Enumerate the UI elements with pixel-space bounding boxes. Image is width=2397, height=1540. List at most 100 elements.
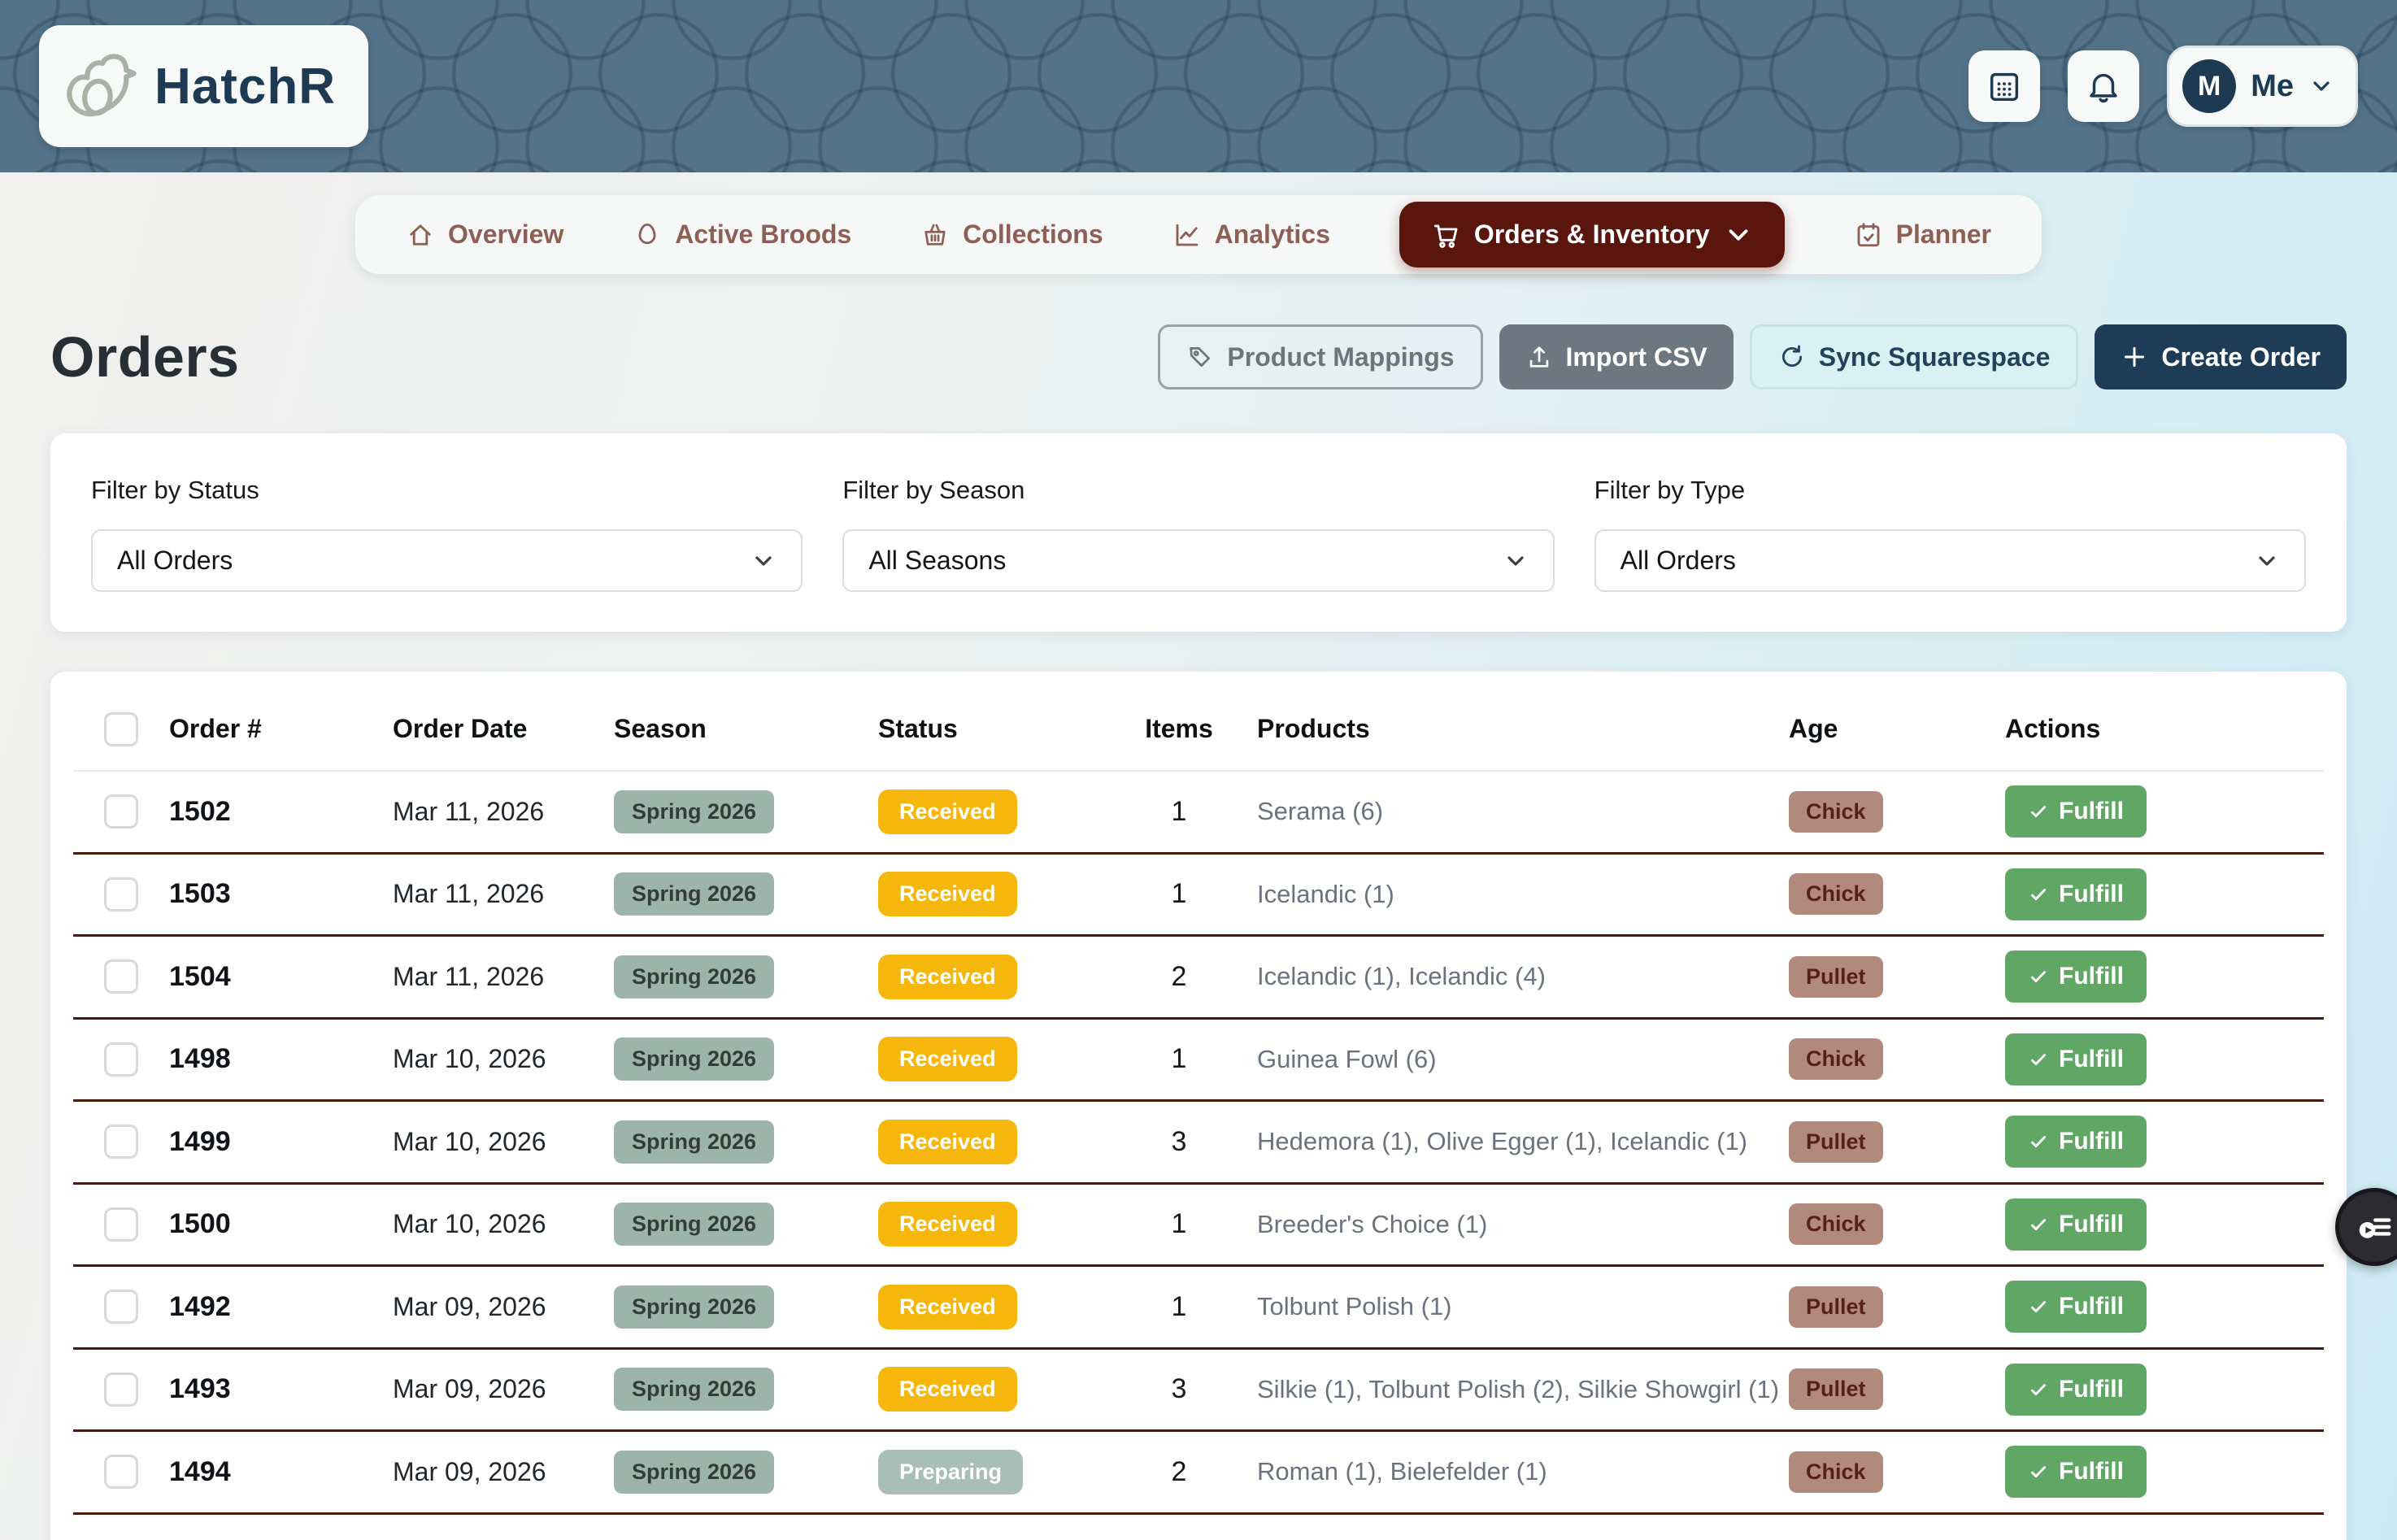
tab-active-broods[interactable]: Active Broods — [633, 220, 851, 250]
calendar-button[interactable] — [1968, 50, 2040, 122]
table-row: 1499Mar 10, 2026Spring 2026Received3Hede… — [73, 1102, 2324, 1185]
fulfill-button[interactable]: Fulfill — [2005, 1033, 2147, 1085]
row-checkbox[interactable] — [104, 1042, 138, 1077]
create-order-button[interactable]: Create Order — [2095, 324, 2347, 389]
button-label: Sync Squarespace — [1819, 342, 2051, 372]
fulfill-button[interactable]: Fulfill — [2005, 1281, 2147, 1333]
filter-by-season-select[interactable]: All Seasons — [842, 529, 1554, 592]
select-all-checkbox[interactable] — [104, 712, 138, 746]
age-badge: Pullet — [1789, 1368, 1883, 1410]
brand-logo[interactable]: HatchR — [39, 25, 368, 147]
items-count: 1 — [1122, 1208, 1236, 1240]
age-badge: Chick — [1789, 791, 1883, 833]
check-icon — [2028, 966, 2049, 987]
season-badge: Spring 2026 — [614, 1203, 774, 1246]
orders-table: Order #Order DateSeasonStatusItemsProduc… — [50, 672, 2347, 1540]
items-count: 1 — [1122, 878, 1236, 910]
check-icon — [2028, 1214, 2049, 1235]
row-checkbox[interactable] — [104, 877, 138, 911]
calendar-icon — [1986, 67, 2023, 105]
toolbar: Product Mappings Import CSV Sync Squarespa… — [1158, 324, 2347, 389]
fulfill-button[interactable]: Fulfill — [2005, 1446, 2147, 1498]
season-badge: Spring 2026 — [614, 955, 774, 998]
tab-label: Active Broods — [675, 220, 851, 250]
import-csv-button[interactable]: Import CSV — [1499, 324, 1734, 389]
row-checkbox[interactable] — [104, 794, 138, 829]
brand-name: HatchR — [154, 58, 336, 115]
page-body: Overview Active Broods Collections Analytic… — [0, 172, 2397, 1540]
column-header-products: Products — [1236, 714, 1789, 744]
fulfill-button[interactable]: Fulfill — [2005, 1116, 2147, 1168]
product-mappings-button[interactable]: Product Mappings — [1158, 324, 1482, 389]
fulfill-label: Fulfill — [2059, 1128, 2124, 1155]
calendar-check-icon — [1854, 220, 1883, 250]
table-row: 1502Mar 11, 2026Spring 2026Received1Sera… — [73, 772, 2324, 855]
season-badge: Spring 2026 — [614, 1286, 774, 1329]
tab-orders-inventory[interactable]: Orders & Inventory — [1399, 202, 1785, 268]
status-badge: Received — [878, 872, 1017, 916]
tab-label: Collections — [963, 220, 1103, 250]
season-badge: Spring 2026 — [614, 872, 774, 916]
fulfill-label: Fulfill — [2059, 1376, 2124, 1403]
age-badge: Chick — [1789, 873, 1883, 915]
row-checkbox[interactable] — [104, 1455, 138, 1489]
row-checkbox[interactable] — [104, 1373, 138, 1407]
check-icon — [2028, 1296, 2049, 1317]
chevron-down-icon — [1503, 548, 1529, 574]
age-badge: Chick — [1789, 1451, 1883, 1493]
status-badge: Received — [878, 1367, 1017, 1412]
table-body: 1502Mar 11, 2026Spring 2026Received1Sera… — [73, 772, 2324, 1515]
filter-group-filter-by-status: Filter by StatusAll Orders — [91, 476, 803, 632]
table-row: 1494Mar 09, 2026Spring 2026Preparing2Rom… — [73, 1432, 2324, 1515]
nav-wrap: Overview Active Broods Collections Analytic… — [0, 172, 2397, 274]
fulfill-button[interactable]: Fulfill — [2005, 951, 2147, 1003]
status-badge: Received — [878, 955, 1017, 999]
row-checkbox[interactable] — [104, 959, 138, 994]
profile-menu[interactable]: M Me — [2167, 46, 2358, 127]
plus-icon — [2121, 343, 2148, 371]
app-header: HatchR — [0, 0, 2397, 172]
table-header-row: Order #Order DateSeasonStatusItemsProduc… — [73, 688, 2324, 772]
table-row: 1498Mar 10, 2026Spring 2026Received1Guin… — [73, 1020, 2324, 1103]
status-badge: Received — [878, 1037, 1017, 1081]
upload-icon — [1525, 343, 1553, 371]
row-checkbox[interactable] — [104, 1125, 138, 1159]
check-icon — [2028, 1379, 2049, 1400]
products-list: Roman (1), Bielefelder (1) — [1236, 1457, 1789, 1486]
chevron-down-icon — [2254, 548, 2280, 574]
products-list: Tolbunt Polish (1) — [1236, 1292, 1789, 1321]
fulfill-button[interactable]: Fulfill — [2005, 868, 2147, 920]
tab-label: Planner — [1896, 220, 1991, 250]
chart-icon — [1172, 220, 1202, 250]
tab-analytics[interactable]: Analytics — [1172, 220, 1330, 250]
main-nav: Overview Active Broods Collections Analytic… — [355, 195, 2042, 274]
fulfill-label: Fulfill — [2059, 1046, 2124, 1073]
status-badge: Preparing — [878, 1450, 1023, 1494]
chevron-down-icon — [2308, 73, 2334, 99]
tab-planner[interactable]: Planner — [1854, 220, 1991, 250]
products-list: Hedemora (1), Olive Egger (1), Icelandic… — [1236, 1127, 1789, 1156]
fulfill-button[interactable]: Fulfill — [2005, 1199, 2147, 1251]
select-value: All Seasons — [868, 546, 1006, 576]
row-checkbox[interactable] — [104, 1290, 138, 1324]
check-icon — [2028, 1049, 2049, 1070]
products-list: Serama (6) — [1236, 797, 1789, 826]
cart-icon — [1430, 220, 1461, 250]
fulfill-button[interactable]: Fulfill — [2005, 1364, 2147, 1416]
order-date: Mar 11, 2026 — [393, 962, 614, 992]
tab-collections[interactable]: Collections — [920, 220, 1103, 250]
tab-overview[interactable]: Overview — [406, 220, 563, 250]
notifications-button[interactable] — [2068, 50, 2139, 122]
age-badge: Pullet — [1789, 956, 1883, 998]
filter-by-status-select[interactable]: All Orders — [91, 529, 803, 592]
table-row: 1503Mar 11, 2026Spring 2026Received1Icel… — [73, 855, 2324, 937]
column-header-order-date: Order Date — [393, 714, 614, 744]
sync-squarespace-button[interactable]: Sync Squarespace — [1750, 324, 2079, 389]
chevron-down-icon — [1723, 220, 1754, 250]
filter-by-type-select[interactable]: All Orders — [1594, 529, 2306, 592]
fulfill-button[interactable]: Fulfill — [2005, 785, 2147, 837]
status-badge: Received — [878, 1202, 1017, 1246]
row-checkbox[interactable] — [104, 1207, 138, 1242]
chevron-down-icon — [750, 548, 777, 574]
check-icon — [2028, 884, 2049, 905]
